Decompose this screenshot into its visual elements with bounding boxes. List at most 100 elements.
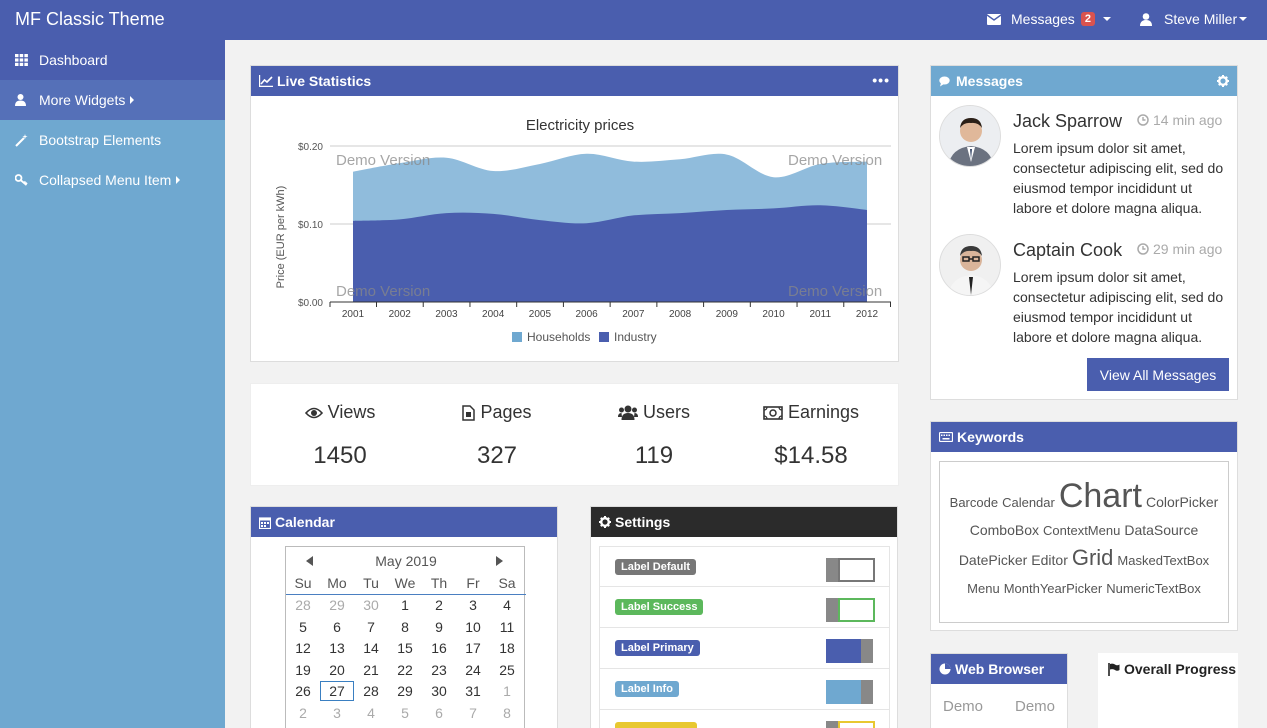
calendar-day[interactable]: 28 bbox=[286, 597, 320, 613]
app-title[interactable]: MF Classic Theme bbox=[15, 9, 165, 30]
keyword-tag[interactable]: DataSource bbox=[1124, 522, 1198, 539]
electricity-prices-chart: Electricity prices Price (EUR per kWh) D… bbox=[275, 117, 891, 344]
calendar-day[interactable]: 15 bbox=[388, 640, 422, 656]
watermark-text: Demo Version bbox=[788, 152, 882, 169]
x-tick-label: 2003 bbox=[435, 309, 458, 320]
user-dropdown[interactable]: Steve Miller bbox=[1140, 11, 1248, 27]
calendar-day[interactable]: 17 bbox=[456, 640, 490, 656]
calendar-day[interactable]: 25 bbox=[490, 662, 524, 678]
calendar-day[interactable]: 9 bbox=[422, 619, 456, 635]
clock-icon bbox=[1137, 243, 1149, 255]
calendar-day[interactable]: 23 bbox=[422, 662, 456, 678]
calendar-day[interactable]: 5 bbox=[286, 619, 320, 635]
keyword-tag[interactable]: ContextMenu bbox=[1043, 523, 1120, 539]
settings-label: Label Success bbox=[615, 599, 704, 615]
settings-label: Label Primary bbox=[615, 640, 700, 656]
keyword-tag[interactable]: ComboBox bbox=[970, 522, 1039, 539]
calendar-day[interactable]: 7 bbox=[354, 619, 388, 635]
y-tick-label: $0.00 bbox=[298, 298, 323, 309]
calendar-day[interactable]: 29 bbox=[388, 683, 422, 699]
gear-icon[interactable] bbox=[1217, 75, 1229, 87]
calendar-day[interactable]: 6 bbox=[422, 705, 456, 721]
scrollbar[interactable] bbox=[1260, 40, 1267, 728]
calendar-day[interactable]: 12 bbox=[286, 640, 320, 656]
toggle-switch[interactable] bbox=[826, 721, 875, 728]
keyword-tag[interactable]: Menu bbox=[967, 581, 1000, 597]
toggle-switch[interactable] bbox=[826, 639, 875, 663]
x-tick-label: 2010 bbox=[762, 309, 785, 320]
calendar-day[interactable]: 18 bbox=[490, 640, 524, 656]
toggle-switch[interactable] bbox=[826, 680, 875, 704]
keyword-tag[interactable]: Barcode bbox=[950, 495, 998, 511]
calendar-day[interactable]: 30 bbox=[354, 597, 388, 613]
panel-header: Keywords bbox=[931, 422, 1237, 452]
calendar-day[interactable]: 19 bbox=[286, 662, 320, 678]
calendar-day[interactable]: 24 bbox=[456, 662, 490, 678]
toggle-switch[interactable] bbox=[826, 558, 875, 582]
keyword-tag[interactable]: ColorPicker bbox=[1146, 494, 1218, 511]
next-month-button[interactable] bbox=[496, 556, 503, 566]
calendar-day[interactable]: 11 bbox=[490, 619, 524, 635]
calendar-day[interactable]: 4 bbox=[490, 597, 524, 613]
calendar-month-title[interactable]: May 2019 bbox=[375, 553, 436, 569]
keyword-tag[interactable]: DatePicker bbox=[959, 552, 1027, 569]
calendar-day[interactable]: 31 bbox=[456, 683, 490, 699]
keyword-tag[interactable]: Calendar bbox=[1002, 495, 1055, 511]
magic-wand-icon bbox=[15, 133, 39, 147]
calendar-day[interactable]: 4 bbox=[354, 705, 388, 721]
calendar-day[interactable]: 8 bbox=[490, 705, 524, 721]
calendar-grid: Su Mo Tu We Th Fr Sa 28 29 30 1 2 3 4 5 6 7 8 9 10 11 12 13 14 1… bbox=[286, 573, 526, 724]
calendar-header: May 2019 bbox=[286, 553, 526, 573]
legend-label[interactable]: Industry bbox=[614, 330, 657, 344]
calendar-day[interactable]: 1 bbox=[388, 597, 422, 613]
calendar-day[interactable]: 28 bbox=[354, 683, 388, 699]
eye-icon bbox=[304, 407, 323, 419]
calendar-day[interactable]: 20 bbox=[320, 662, 354, 678]
calendar-day[interactable]: 26 bbox=[286, 683, 320, 699]
keyword-tag[interactable]: MaskedTextBox bbox=[1117, 553, 1209, 569]
toggle-switch[interactable] bbox=[826, 598, 875, 622]
calendar-day[interactable]: 5 bbox=[388, 705, 422, 721]
sidebar-item-dashboard[interactable]: Dashboard bbox=[0, 40, 225, 80]
calendar-day[interactable]: 14 bbox=[354, 640, 388, 656]
prev-month-button[interactable] bbox=[306, 556, 313, 566]
user-icon bbox=[1140, 12, 1152, 26]
sidebar: Dashboard More Widgets Bootstrap Element… bbox=[0, 40, 225, 728]
x-tick-label: 2006 bbox=[576, 309, 599, 320]
calendar-day[interactable]: 2 bbox=[286, 705, 320, 721]
calendar-day[interactable]: 1 bbox=[490, 683, 524, 699]
keyword-tag[interactable]: Chart bbox=[1059, 476, 1142, 517]
messages-dropdown[interactable]: Messages 2 bbox=[987, 11, 1111, 27]
keyword-tag[interactable]: Editor bbox=[1031, 552, 1068, 569]
calendar-day[interactable]: 27 bbox=[320, 681, 354, 702]
calendar-day[interactable]: 3 bbox=[456, 597, 490, 613]
calendar-day[interactable]: 16 bbox=[422, 640, 456, 656]
keyword-tag[interactable]: Grid bbox=[1072, 545, 1114, 571]
calendar-day[interactable]: 22 bbox=[388, 662, 422, 678]
calendar-day[interactable]: 6 bbox=[320, 619, 354, 635]
legend-label[interactable]: Households bbox=[527, 330, 590, 344]
sidebar-item-more-widgets[interactable]: More Widgets bbox=[0, 80, 225, 120]
view-all-messages-button[interactable]: View All Messages bbox=[1087, 358, 1229, 391]
keyword-tag[interactable]: NumericTextBox bbox=[1106, 581, 1201, 597]
calendar-day[interactable]: 10 bbox=[456, 619, 490, 635]
calendar-day[interactable]: 30 bbox=[422, 683, 456, 699]
calendar-day[interactable]: 13 bbox=[320, 640, 354, 656]
calendar-day[interactable]: 21 bbox=[354, 662, 388, 678]
calendar-day[interactable]: 3 bbox=[320, 705, 354, 721]
calendar-day[interactable]: 7 bbox=[456, 705, 490, 721]
calendar-day[interactable]: 2 bbox=[422, 597, 456, 613]
calendar-day[interactable]: 29 bbox=[320, 597, 354, 613]
sidebar-item-collapsed-menu[interactable]: Collapsed Menu Item bbox=[0, 160, 225, 200]
sidebar-item-bootstrap-elements[interactable]: Bootstrap Elements bbox=[0, 120, 225, 160]
weekday-label: Fr bbox=[466, 575, 480, 592]
x-tick-label: 2009 bbox=[716, 309, 739, 320]
calendar-week-row: 5 6 7 8 9 10 11 bbox=[286, 616, 526, 638]
flag-icon bbox=[1108, 662, 1120, 676]
panel-header: Messages bbox=[931, 66, 1237, 96]
keyword-tag[interactable]: MonthYearPicker bbox=[1004, 581, 1103, 597]
more-options-icon[interactable]: ••• bbox=[872, 72, 890, 88]
x-tick-label: 2002 bbox=[389, 309, 412, 320]
calendar-day[interactable]: 8 bbox=[388, 619, 422, 635]
keyword-cloud: Barcode Calendar Chart ColorPicker ComboBox C… bbox=[939, 461, 1229, 623]
